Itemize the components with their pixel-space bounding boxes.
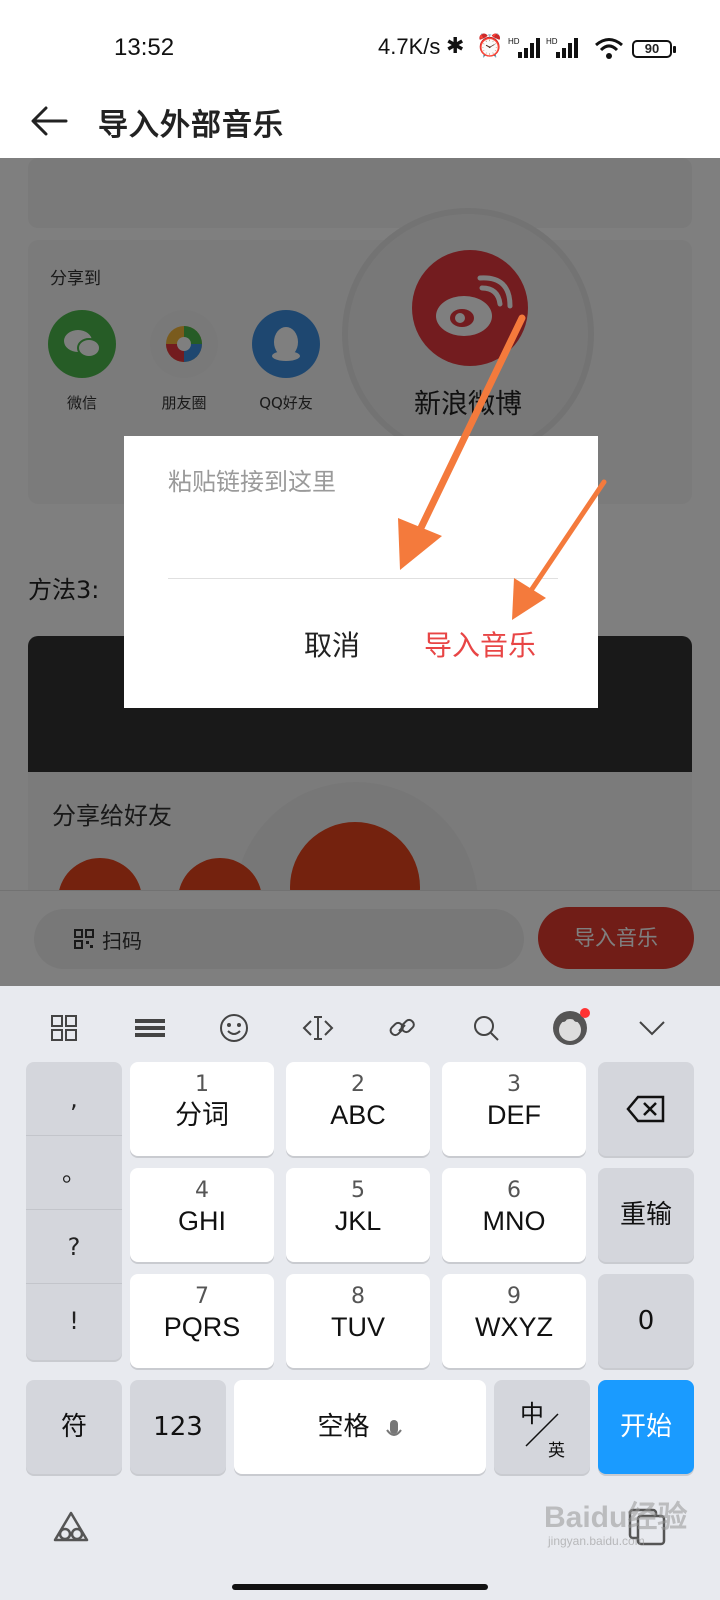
reinput-label: 重输: [619, 1200, 672, 1230]
link-input[interactable]: 粘贴链接到这里: [168, 462, 336, 497]
keyboard-icon[interactable]: [128, 1006, 172, 1050]
lang-english-label: 英: [548, 1441, 565, 1461]
page-title: 导入外部音乐: [98, 108, 284, 143]
alarm-icon: ⏰: [476, 34, 504, 59]
ai-assistant-icon[interactable]: [548, 1006, 592, 1050]
key-9[interactable]: 9 WXYZ: [442, 1274, 586, 1368]
collapse-icon[interactable]: [630, 1006, 674, 1050]
keyboard-toolbar: [0, 986, 720, 1070]
symbol-label: 符: [60, 1412, 87, 1442]
key-letters: MNO: [482, 1206, 546, 1236]
punct-key[interactable]: ?: [26, 1210, 122, 1284]
punct-key[interactable]: ,: [26, 1062, 122, 1136]
reinput-key[interactable]: 重输: [598, 1168, 694, 1262]
status-time: 13:52: [114, 34, 175, 61]
space-label: 空格: [317, 1412, 370, 1442]
hd-signal-icon: HD: [508, 37, 540, 58]
punct-key[interactable]: 。: [26, 1136, 122, 1210]
link-icon[interactable]: [380, 1006, 424, 1050]
punct-key[interactable]: !: [26, 1284, 122, 1358]
status-bar: 13:52 4.7K/s ✱ ⏰ HD HD 90: [0, 0, 720, 90]
key-number: 4: [195, 1178, 209, 1203]
bluetooth-icon: ✱: [446, 34, 465, 59]
watermark: Baidu经验: [544, 1501, 688, 1534]
key-letters: DEF: [487, 1100, 541, 1130]
zero-label: 0: [637, 1306, 655, 1336]
wifi-icon: [595, 38, 623, 59]
cancel-button[interactable]: 取消: [304, 624, 360, 664]
input-underline: [168, 578, 558, 579]
backspace-key[interactable]: [598, 1062, 694, 1156]
apps-grid-icon[interactable]: [42, 1006, 86, 1050]
punctuation-column: , 。 ? !: [26, 1062, 122, 1360]
key-number: 5: [351, 1178, 365, 1203]
key-letters: GHI: [177, 1206, 226, 1236]
key-0[interactable]: 0: [598, 1274, 694, 1368]
back-arrow-icon[interactable]: [26, 96, 76, 146]
app-header: 导入外部音乐: [0, 90, 720, 158]
key-number: 2: [351, 1072, 365, 1097]
backspace-icon: [626, 1095, 665, 1123]
emoji-icon[interactable]: [212, 1006, 256, 1050]
watermark-url: jingyan.baidu.com: [548, 1534, 645, 1548]
hd-signal-icon: HD: [546, 37, 578, 58]
key-6[interactable]: 6 MNO: [442, 1168, 586, 1262]
key-5[interactable]: 5 JKL: [286, 1168, 430, 1262]
key-number: 7: [195, 1284, 209, 1309]
space-key[interactable]: 空格: [234, 1380, 486, 1474]
key-number: 1: [195, 1072, 209, 1097]
key-letters: TUV: [331, 1312, 385, 1342]
key-1[interactable]: 1 分词: [130, 1062, 274, 1156]
microphone-icon: [385, 1419, 402, 1436]
key-number: 8: [351, 1284, 365, 1309]
key-letters: JKL: [334, 1206, 382, 1236]
svg-text:HD: HD: [508, 37, 520, 46]
key-number: 9: [507, 1284, 521, 1309]
key-number: 3: [507, 1072, 521, 1097]
search-icon[interactable]: [464, 1006, 508, 1050]
symbol-key[interactable]: 符: [26, 1380, 122, 1474]
start-key[interactable]: 开始: [598, 1380, 694, 1474]
key-letters: PQRS: [163, 1312, 241, 1342]
home-indicator[interactable]: [232, 1584, 488, 1590]
battery-icon: 90: [632, 40, 676, 58]
key-2[interactable]: 2 ABC: [286, 1062, 430, 1156]
language-switch-key[interactable]: 中 英: [494, 1380, 590, 1474]
key-3[interactable]: 3 DEF: [442, 1062, 586, 1156]
import-music-confirm-button[interactable]: 导入音乐: [424, 624, 536, 664]
key-letters: ABC: [330, 1100, 386, 1130]
key-letters: WXYZ: [475, 1312, 553, 1342]
key-4[interactable]: 4 GHI: [130, 1168, 274, 1262]
network-speed: 4.7K/s: [378, 34, 441, 59]
number-key[interactable]: 123: [130, 1380, 226, 1474]
key-letters: 分词: [175, 1100, 229, 1130]
import-link-dialog: 粘贴链接到这里 取消 导入音乐: [124, 436, 598, 708]
svg-text:HD: HD: [546, 37, 558, 46]
number-label: 123: [153, 1412, 203, 1442]
keyboard-logo-icon[interactable]: [52, 1510, 90, 1544]
key-7[interactable]: 7 PQRS: [130, 1274, 274, 1368]
key-number: 6: [507, 1178, 521, 1203]
cursor-move-icon[interactable]: [296, 1006, 340, 1050]
key-8[interactable]: 8 TUV: [286, 1274, 430, 1368]
start-label: 开始: [619, 1412, 672, 1442]
